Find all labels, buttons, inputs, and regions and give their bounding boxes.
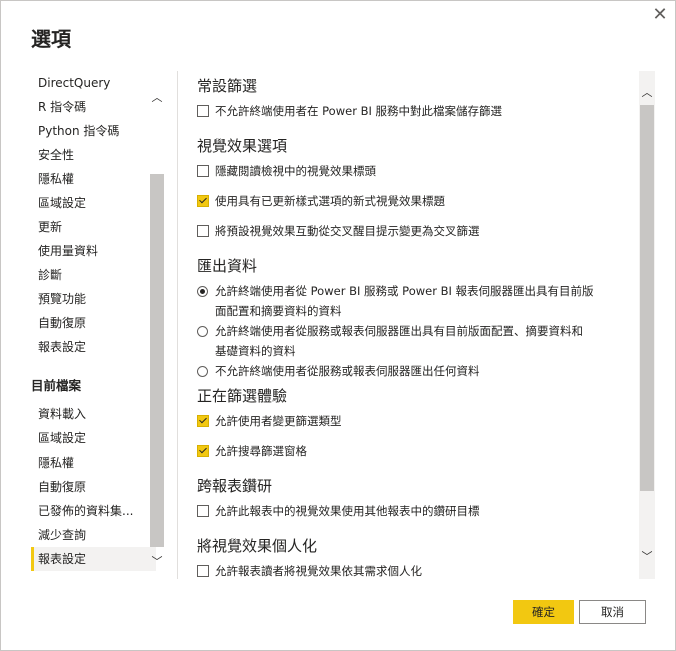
option-label: 不允許終端使用者在 Power BI 服務中對此檔案儲存篩選	[215, 104, 503, 118]
settings-content: 常設篩選 不允許終端使用者在 Power BI 服務中對此檔案儲存篩選 視覺效果…	[179, 71, 639, 579]
nav-item-security[interactable]: 安全性	[31, 143, 156, 167]
checkbox[interactable]	[197, 225, 209, 237]
nav-item-file-privacy[interactable]: 隱私權	[31, 451, 156, 475]
checkbox[interactable]	[197, 105, 209, 117]
cancel-button[interactable]: 取消	[579, 600, 646, 624]
checkbox-checked[interactable]	[197, 445, 209, 457]
nav-scroll-thumb[interactable]	[150, 174, 164, 547]
nav-header-current-file: 目前檔案	[31, 378, 82, 393]
option-label: 不允許終端使用者從服務或報表伺服器匯出任何資料	[215, 364, 480, 378]
options-nav: DirectQuery R 指令碼 Python 指令碼 安全性 隱私權 區域設…	[31, 71, 165, 579]
section-title-visual-options: 視覺效果選項	[197, 137, 288, 155]
radio[interactable]	[197, 366, 208, 377]
nav-item-python-script[interactable]: Python 指令碼	[31, 119, 156, 143]
nav-item-file-regional-settings[interactable]: 區域設定	[31, 426, 156, 450]
options-dialog: 選項 ✕ DirectQuery R 指令碼 Python 指令碼 安全性 隱私…	[0, 0, 676, 651]
nav-item-file-auto-recovery[interactable]: 自動復原	[31, 475, 156, 499]
option-label: 允許搜尋篩選窗格	[215, 444, 307, 458]
nav-item-r-script[interactable]: R 指令碼	[31, 95, 156, 119]
nav-item-report-settings-global[interactable]: 報表設定	[31, 335, 156, 359]
ok-button[interactable]: 確定	[513, 600, 574, 624]
checkbox[interactable]	[197, 565, 209, 577]
section-title-filtering-experience: 正在篩選體驗	[197, 387, 288, 405]
option-label: 允許報表讀者將視覺效果依其需求個人化	[215, 564, 422, 578]
option-label: 隱藏閱讀檢視中的視覺效果標頭	[215, 164, 376, 178]
section-title-cross-report-drillthrough: 跨報表鑽研	[197, 477, 273, 495]
checkbox[interactable]	[197, 165, 209, 177]
content-scroll-thumb[interactable]	[640, 105, 654, 491]
nav-scroll-down-icon[interactable]: ﹀	[149, 554, 165, 570]
nav-item-updates[interactable]: 更新	[31, 215, 156, 239]
content-scroll-up-icon[interactable]: ︿	[639, 85, 655, 101]
nav-item-directquery[interactable]: DirectQuery	[31, 71, 156, 95]
pane-divider	[177, 71, 178, 579]
radio[interactable]	[197, 326, 208, 337]
nav-item-preview-features[interactable]: 預覽功能	[31, 287, 156, 311]
section-title-export-data: 匯出資料	[197, 257, 258, 275]
nav-item-diagnostics[interactable]: 診斷	[31, 263, 156, 287]
option-export-underlying[interactable]: 允許終端使用者從服務或報表伺服器匯出具有目前版面配置、摘要資料和 基礎資料的資料	[197, 321, 617, 361]
content-scroll-down-icon[interactable]: ﹀	[639, 549, 655, 565]
nav-item-report-settings[interactable]: 報表設定	[31, 547, 156, 571]
checkbox-checked[interactable]	[197, 415, 209, 427]
nav-item-query-reduction[interactable]: 減少查詢	[31, 523, 156, 547]
section-title-persistent-filters: 常設篩選	[197, 77, 258, 95]
close-icon[interactable]: ✕	[650, 5, 670, 25]
nav-item-regional-settings[interactable]: 區域設定	[31, 191, 156, 215]
option-label: 允許此報表中的視覺效果使用其他報表中的鑽研目標	[215, 504, 480, 518]
checkbox-checked[interactable]	[197, 195, 209, 207]
option-label-line1: 允許終端使用者從 Power BI 服務或 Power BI 報表伺服器匯出具有…	[215, 284, 594, 298]
option-label: 將預設視覺效果互動從交叉醒目提示變更為交叉篩選	[215, 224, 480, 238]
option-label: 允許使用者變更篩選類型	[215, 414, 342, 428]
option-export-summarized[interactable]: 允許終端使用者從 Power BI 服務或 Power BI 報表伺服器匯出具有…	[197, 281, 617, 321]
nav-item-published-dataset[interactable]: 已發佈的資料集...	[31, 499, 156, 523]
radio-selected[interactable]	[197, 286, 208, 297]
nav-item-auto-recovery[interactable]: 自動復原	[31, 311, 156, 335]
option-label-line2: 基礎資料的資料	[215, 344, 296, 358]
option-label-line2: 面配置和摘要資料的資料	[215, 304, 342, 318]
checkbox[interactable]	[197, 505, 209, 517]
content-scrollbar[interactable]: ︿ ﹀	[639, 71, 655, 579]
section-title-personalize-visuals: 將視覺效果個人化	[197, 537, 318, 555]
nav-item-data-load[interactable]: 資料載入	[31, 402, 156, 426]
nav-scrollbar[interactable]: ︿ ﹀	[149, 76, 165, 579]
nav-item-privacy[interactable]: 隱私權	[31, 167, 156, 191]
nav-scroll-up-icon[interactable]: ︿	[149, 90, 165, 106]
option-label: 使用具有已更新樣式選項的新式視覺效果標題	[215, 194, 445, 208]
dialog-title: 選項	[31, 27, 71, 51]
option-label-line1: 允許終端使用者從服務或報表伺服器匯出具有目前版面配置、摘要資料和	[215, 324, 583, 338]
nav-item-usage-data[interactable]: 使用量資料	[31, 239, 156, 263]
